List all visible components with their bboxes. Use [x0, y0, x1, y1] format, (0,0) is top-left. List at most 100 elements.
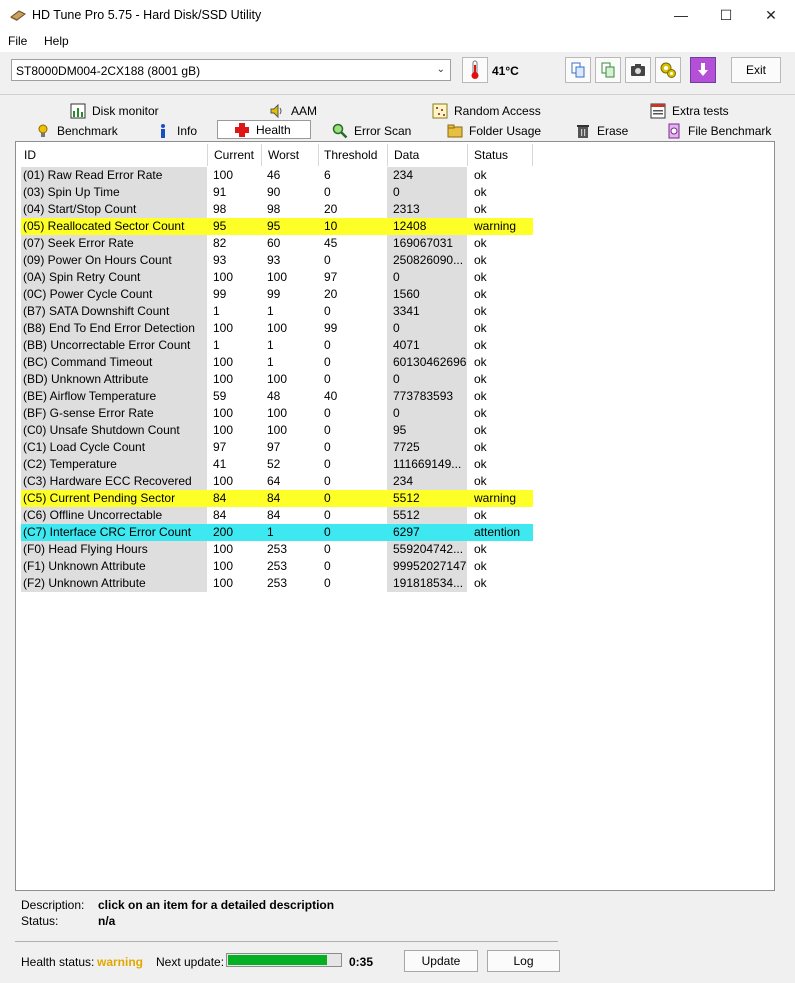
- attribute-id: (C5) Current Pending Sector: [21, 490, 207, 507]
- tab-info[interactable]: Info: [155, 121, 197, 140]
- tab-extra-tests[interactable]: Extra tests: [650, 101, 729, 120]
- save-icon[interactable]: [690, 57, 716, 83]
- tab-random-access[interactable]: Random Access: [432, 101, 541, 120]
- table-row[interactable]: (07) Seek Error Rate 82 60 45 169067031 ok: [21, 235, 533, 252]
- current-value: 100: [213, 270, 234, 284]
- raw-data-value: 7725: [387, 439, 467, 456]
- thermometer-icon[interactable]: [462, 57, 488, 83]
- options-icon[interactable]: [655, 57, 681, 83]
- tab-disk-monitor[interactable]: Disk monitor: [70, 101, 159, 120]
- table-row[interactable]: (BB) Uncorrectable Error Count 1 1 0 4071 ok: [21, 337, 533, 354]
- column-divider[interactable]: [467, 144, 468, 166]
- current-value: 99: [213, 287, 227, 301]
- raw-data-value: 3341: [387, 303, 467, 320]
- worst-value: 1: [261, 524, 318, 541]
- tab-label: Folder Usage: [469, 123, 542, 138]
- status-value: ok: [474, 406, 487, 420]
- table-row[interactable]: (0A) Spin Retry Count 100 100 97 0 ok: [21, 269, 533, 286]
- folder-icon: [447, 123, 463, 139]
- attribute-id: (03) Spin Up Time: [21, 184, 207, 201]
- table-row[interactable]: (BC) Command Timeout 100 1 0 60130462696 ok: [21, 354, 533, 371]
- table-row[interactable]: (BE) Airflow Temperature 59 48 40 773783593 o…: [21, 388, 533, 405]
- threshold-value: 0: [318, 490, 387, 507]
- table-row[interactable]: (BF) G-sense Error Rate 100 100 0 0 ok: [21, 405, 533, 422]
- screenshot-icon[interactable]: [625, 57, 651, 83]
- tab-benchmark[interactable]: Benchmark: [35, 121, 118, 140]
- worst-value: 95: [261, 218, 318, 235]
- table-row[interactable]: (0C) Power Cycle Count 99 99 20 1560 ok: [21, 286, 533, 303]
- info-icon: [155, 123, 171, 139]
- current-value: 1: [213, 304, 220, 318]
- raw-data-value: 0: [387, 405, 467, 422]
- update-button[interactable]: Update: [404, 950, 478, 972]
- tab-health[interactable]: Health: [217, 120, 311, 139]
- header-status[interactable]: Status: [474, 148, 508, 166]
- tab-label: Benchmark: [57, 123, 118, 138]
- column-divider[interactable]: [207, 144, 208, 166]
- table-row[interactable]: (BD) Unknown Attribute 100 100 0 0 ok: [21, 371, 533, 388]
- table-row[interactable]: (C3) Hardware ECC Recovered 100 64 0 234 ok: [21, 473, 533, 490]
- tab-erase[interactable]: Erase: [575, 121, 628, 140]
- tab-error-scan[interactable]: Error Scan: [332, 121, 411, 140]
- header-data[interactable]: Data: [394, 148, 419, 166]
- table-row[interactable]: (C1) Load Cycle Count 97 97 0 7725 ok: [21, 439, 533, 456]
- raw-data-value: 6297: [387, 524, 467, 541]
- maximize-button[interactable]: ☐: [703, 0, 749, 32]
- column-divider[interactable]: [261, 144, 262, 166]
- worst-value: 100: [267, 423, 288, 437]
- column-divider[interactable]: [387, 144, 388, 166]
- current-value: 91: [213, 185, 227, 199]
- raw-data-value: 2313: [387, 201, 467, 218]
- header-id[interactable]: ID: [24, 148, 36, 166]
- extra-tests-icon: [650, 103, 666, 119]
- table-row[interactable]: (C2) Temperature 41 52 0 111669149... ok: [21, 456, 533, 473]
- table-row[interactable]: (B7) SATA Downshift Count 1 1 0 3341 ok: [21, 303, 533, 320]
- tab-file-benchmark[interactable]: File Benchmark: [666, 121, 771, 140]
- menu-file[interactable]: File: [8, 34, 27, 48]
- tab-aam[interactable]: AAM: [269, 101, 317, 120]
- raw-data-value: 60130462696: [387, 354, 467, 371]
- copy-info-icon[interactable]: [595, 57, 621, 83]
- attribute-id: (09) Power On Hours Count: [21, 252, 207, 269]
- footer-divider: [15, 941, 558, 942]
- table-row[interactable]: (C0) Unsafe Shutdown Count 100 100 0 95 ok: [21, 422, 533, 439]
- drive-select[interactable]: ST8000DM004-2CX188 (8001 gB) ⌄: [11, 59, 451, 81]
- threshold-value: 0: [324, 253, 331, 267]
- current-value: 93: [213, 253, 227, 267]
- tab-label: Info: [177, 123, 198, 138]
- table-row[interactable]: (C5) Current Pending Sector 84 84 0 5512 warn…: [21, 490, 533, 507]
- menu-help[interactable]: Help: [44, 34, 69, 48]
- threshold-value: 97: [324, 270, 338, 284]
- table-row[interactable]: (B8) End To End Error Detection 100 100 99 0…: [21, 320, 533, 337]
- current-value: 100: [213, 372, 234, 386]
- copy-text-icon[interactable]: [565, 57, 591, 83]
- table-row[interactable]: (F0) Head Flying Hours 100 253 0 559204742..…: [21, 541, 533, 558]
- table-row[interactable]: (C7) Interface CRC Error Count 200 1 0 6297 a…: [21, 524, 533, 541]
- column-divider[interactable]: [532, 144, 533, 166]
- minimize-button[interactable]: —: [658, 0, 704, 32]
- table-row[interactable]: (03) Spin Up Time 91 90 0 0 ok: [21, 184, 533, 201]
- close-button[interactable]: ✕: [748, 0, 794, 32]
- threshold-value: 0: [324, 372, 331, 386]
- threshold-value: 40: [324, 389, 338, 403]
- worst-value: 99: [267, 287, 281, 301]
- window-title: HD Tune Pro 5.75 - Hard Disk/SSD Utility: [32, 8, 262, 22]
- header-current[interactable]: Current: [214, 148, 254, 166]
- header-worst[interactable]: Worst: [268, 148, 299, 166]
- table-row[interactable]: (04) Start/Stop Count 98 98 20 2313 ok: [21, 201, 533, 218]
- next-update-label: Next update:: [156, 955, 225, 969]
- table-row[interactable]: (05) Reallocated Sector Count 95 95 10 12408…: [21, 218, 533, 235]
- tab-folder-usage[interactable]: Folder Usage: [447, 121, 541, 140]
- exit-button[interactable]: Exit: [731, 57, 781, 83]
- current-value: 97: [213, 440, 227, 454]
- raw-data-value: 0: [387, 269, 467, 286]
- header-threshold[interactable]: Threshold: [324, 148, 377, 166]
- raw-data-value: 559204742...: [387, 541, 467, 558]
- column-divider[interactable]: [318, 144, 319, 166]
- table-row[interactable]: (F2) Unknown Attribute 100 253 0 191818534..…: [21, 575, 533, 592]
- table-row[interactable]: (09) Power On Hours Count 93 93 0 250826090.…: [21, 252, 533, 269]
- table-row[interactable]: (01) Raw Read Error Rate 100 46 6 234 ok: [21, 167, 533, 184]
- table-row[interactable]: (F1) Unknown Attribute 100 253 0 99952027147…: [21, 558, 533, 575]
- table-row[interactable]: (C6) Offline Uncorrectable 84 84 0 5512 ok: [21, 507, 533, 524]
- log-button[interactable]: Log: [487, 950, 560, 972]
